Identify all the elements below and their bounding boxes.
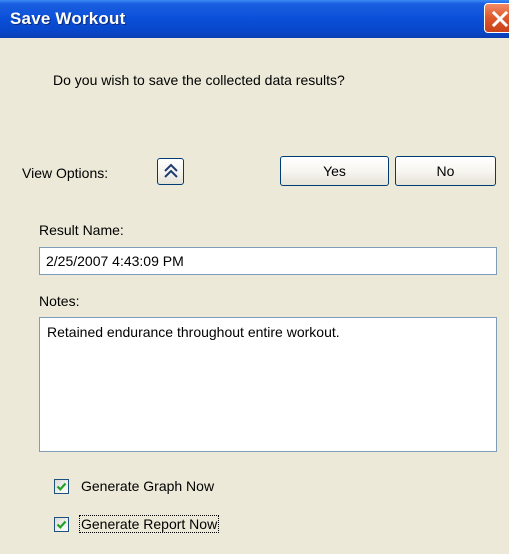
generate-report-option[interactable]: Generate Report Now [54,514,220,534]
result-name-label: Result Name: [39,222,124,238]
window-title: Save Workout [10,9,126,28]
yes-button[interactable]: Yes [280,156,389,186]
view-options-toggle-button[interactable] [157,158,184,185]
no-button[interactable]: No [395,156,496,186]
generate-graph-label[interactable]: Generate Graph Now [80,478,215,494]
generate-report-checkbox[interactable] [54,516,69,532]
view-options-label: View Options: [22,165,109,181]
notes-label: Notes: [39,293,80,309]
generate-graph-checkbox[interactable] [54,478,69,494]
generate-report-label[interactable]: Generate Report Now [78,515,220,533]
result-name-input[interactable]: 2/25/2007 4:43:09 PM [39,247,497,275]
notes-textarea[interactable]: Retained endurance throughout entire wor… [39,317,497,452]
checkmark-icon [56,520,67,529]
generate-graph-option[interactable]: Generate Graph Now [54,476,215,496]
checkmark-icon [56,482,67,491]
close-icon [491,10,509,28]
close-button[interactable] [484,3,509,33]
double-chevron-up-icon [164,163,178,178]
title-bar[interactable]: Save Workout [0,0,509,38]
save-workout-dialog: Save Workout Do you wish to save the col… [0,0,509,554]
save-question-text: Do you wish to save the collected data r… [53,72,345,88]
